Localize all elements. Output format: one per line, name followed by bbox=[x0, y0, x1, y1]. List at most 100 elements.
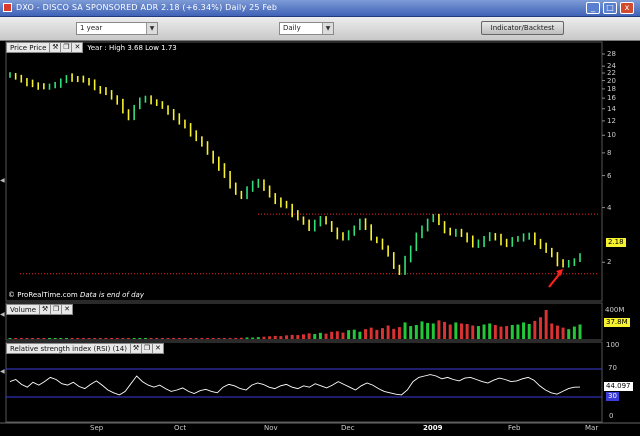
volume-bar bbox=[431, 323, 435, 339]
volume-bar bbox=[251, 337, 255, 339]
current-rsi-tag: 44.097 bbox=[604, 382, 633, 391]
volume-bar bbox=[132, 338, 136, 339]
volume-bar bbox=[104, 338, 108, 339]
volume-bar bbox=[166, 338, 170, 339]
volume-bar bbox=[555, 325, 559, 339]
volume-bar bbox=[578, 324, 582, 339]
volume-bar bbox=[228, 338, 232, 339]
volume-bar bbox=[330, 331, 334, 339]
volume-bar bbox=[437, 320, 441, 339]
volume-bar bbox=[8, 338, 12, 339]
volume-bar bbox=[550, 323, 554, 339]
volume-bar bbox=[505, 326, 509, 339]
volume-bar bbox=[59, 338, 63, 339]
volume-bar bbox=[25, 338, 29, 339]
volume-bar bbox=[290, 334, 294, 339]
price-tick-label: 8 bbox=[607, 148, 612, 157]
volume-bar bbox=[256, 337, 260, 339]
price-range-info: Year : High 3.68 Low 1.73 bbox=[87, 43, 177, 52]
volume-bar bbox=[110, 338, 114, 339]
properties-icon[interactable]: ⚒ bbox=[40, 304, 52, 315]
close-panel-icon[interactable]: ✕ bbox=[62, 304, 74, 315]
properties-icon[interactable]: ⚒ bbox=[130, 343, 142, 354]
volume-bar bbox=[443, 321, 447, 339]
volume-bar bbox=[420, 321, 424, 339]
volume-bar bbox=[493, 325, 497, 339]
x-axis-label: Dec bbox=[341, 424, 355, 432]
volume-bar bbox=[76, 338, 80, 339]
volume-bar bbox=[341, 332, 345, 339]
volume-bar bbox=[403, 322, 407, 339]
volume-bar bbox=[172, 338, 176, 339]
x-axis-label: Nov bbox=[264, 424, 278, 432]
volume-bar bbox=[93, 338, 97, 339]
volume-bar bbox=[81, 338, 85, 339]
x-axis-label: Sep bbox=[90, 424, 104, 432]
volume-bar bbox=[448, 324, 452, 339]
volume-bar bbox=[375, 329, 379, 339]
volume-bar bbox=[364, 329, 368, 339]
window-icon[interactable]: ❐ bbox=[61, 42, 73, 53]
volume-bar bbox=[239, 337, 243, 339]
volume-bar bbox=[70, 338, 74, 339]
volume-bar bbox=[527, 323, 531, 339]
x-axis-label: Oct bbox=[174, 424, 187, 432]
volume-bar bbox=[499, 326, 503, 339]
rsi-line bbox=[9, 374, 581, 396]
volume-bar bbox=[155, 338, 159, 339]
volume-bar bbox=[459, 323, 463, 339]
volume-bar bbox=[567, 329, 571, 339]
close-panel-icon[interactable]: ✕ bbox=[152, 343, 164, 354]
volume-bar bbox=[572, 326, 576, 339]
volume-bar bbox=[380, 328, 384, 339]
rsi-oversold-tag: 30 bbox=[606, 392, 619, 401]
price-tick-label: 16 bbox=[607, 94, 616, 103]
volume-bar bbox=[533, 320, 537, 339]
price-tick-label: 10 bbox=[607, 131, 616, 140]
volume-bar bbox=[64, 338, 68, 339]
volume-bar bbox=[324, 333, 328, 339]
volume-bar bbox=[138, 338, 142, 339]
price-tick-label: 12 bbox=[607, 116, 616, 125]
volume-bar bbox=[465, 323, 469, 339]
window-icon[interactable]: ❐ bbox=[141, 343, 153, 354]
volume-bar bbox=[19, 338, 23, 339]
volume-bar bbox=[488, 323, 492, 339]
window-icon[interactable]: ❐ bbox=[51, 304, 63, 315]
volume-bar bbox=[510, 325, 514, 339]
watermark: © ProRealTime.com Data is end of day bbox=[8, 291, 144, 299]
volume-bar bbox=[426, 322, 430, 339]
x-axis-label: Feb bbox=[508, 424, 521, 432]
current-volume-tag: 37.8M bbox=[604, 318, 630, 327]
volume-bar bbox=[561, 327, 565, 339]
watermark-brand: © ProRealTime.com bbox=[8, 291, 78, 299]
volume-bar bbox=[149, 338, 153, 339]
volume-bar bbox=[115, 338, 119, 339]
volume-bar bbox=[544, 310, 548, 339]
volume-bar bbox=[14, 338, 18, 339]
volume-panel-label: Volume bbox=[6, 304, 41, 315]
collapse-left-icon[interactable]: ◀ bbox=[0, 177, 5, 184]
properties-icon[interactable]: ⚒ bbox=[50, 42, 62, 53]
volume-bar bbox=[273, 335, 277, 339]
rsi-tick-70: 70 bbox=[608, 364, 617, 372]
volume-bar bbox=[335, 331, 339, 339]
volume-bar bbox=[48, 338, 52, 339]
volume-bar bbox=[143, 338, 147, 339]
price-tick-label: 6 bbox=[607, 171, 612, 180]
collapse-left-icon[interactable]: ◀ bbox=[0, 311, 5, 318]
volume-bar bbox=[522, 322, 526, 339]
collapse-left-icon[interactable]: ◀ bbox=[0, 368, 5, 375]
price-tick-label: 14 bbox=[607, 104, 616, 113]
volume-bar bbox=[538, 317, 542, 339]
volume-bar bbox=[42, 338, 46, 339]
annotation-arrow bbox=[548, 271, 562, 288]
price-tick-label: 18 bbox=[607, 84, 616, 93]
volume-bar bbox=[369, 327, 373, 339]
volume-bar bbox=[347, 330, 351, 339]
volume-bar bbox=[268, 336, 272, 339]
volume-bar bbox=[36, 338, 40, 339]
volume-max-tick: 400M bbox=[605, 306, 625, 314]
close-panel-icon[interactable]: ✕ bbox=[72, 42, 84, 53]
price-tick-label: 2 bbox=[607, 258, 612, 267]
